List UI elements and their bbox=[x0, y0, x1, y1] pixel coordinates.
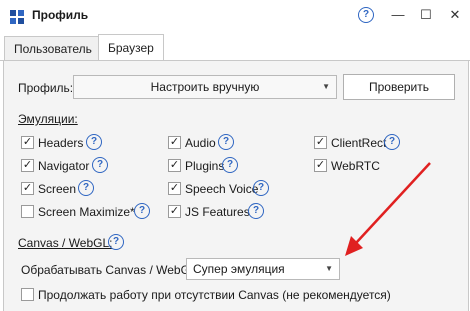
canvas-process-label: Обрабатывать Canvas / WebGL bbox=[21, 263, 197, 277]
audio-checkbox[interactable]: ✓ bbox=[168, 136, 181, 149]
headers-checkbox[interactable]: ✓ bbox=[21, 136, 34, 149]
clientrect-checkbox[interactable]: ✓ bbox=[314, 136, 327, 149]
speech-voice-help-icon[interactable]: ? bbox=[253, 180, 269, 196]
maximize-button[interactable]: ☐ bbox=[415, 4, 437, 26]
js-features-checkbox[interactable]: ✓ bbox=[168, 205, 181, 218]
navigator-label: Navigator bbox=[38, 159, 90, 173]
plugins-label: Plugins bbox=[185, 159, 225, 173]
plugins-checkbox[interactable]: ✓ bbox=[168, 159, 181, 172]
check-button[interactable]: Проверить bbox=[343, 74, 455, 100]
navigator-checkbox[interactable]: ✓ bbox=[21, 159, 34, 172]
canvas-help-icon[interactable]: ? bbox=[108, 234, 124, 250]
screen-maximize-help-icon[interactable]: ? bbox=[134, 203, 150, 219]
js-features-label: JS Features bbox=[185, 205, 250, 219]
speech-voice-label: Speech Voice bbox=[185, 182, 259, 196]
canvas-mode-select[interactable]: Супер эмуляция ▼ bbox=[186, 258, 340, 280]
plugins-help-icon[interactable]: ? bbox=[222, 157, 238, 173]
webrtc-label: WebRTC bbox=[331, 159, 380, 173]
chevron-down-icon: ▼ bbox=[325, 264, 333, 273]
speech-voice-checkbox[interactable]: ✓ bbox=[168, 182, 181, 195]
screen-maximize-checkbox[interactable] bbox=[21, 205, 34, 218]
screen-checkbox[interactable]: ✓ bbox=[21, 182, 34, 195]
headers-help-icon[interactable]: ? bbox=[86, 134, 102, 150]
help-icon[interactable]: ? bbox=[358, 7, 374, 23]
continue-without-canvas-label: Продолжать работу при отсутствии Canvas … bbox=[38, 288, 391, 302]
audio-help-icon[interactable]: ? bbox=[218, 134, 234, 150]
webrtc-checkbox[interactable]: ✓ bbox=[314, 159, 327, 172]
navigator-help-icon[interactable]: ? bbox=[92, 157, 108, 173]
clientrect-label: ClientRect bbox=[331, 136, 387, 150]
audio-label: Audio bbox=[185, 136, 216, 150]
clientrect-help-icon[interactable]: ? bbox=[384, 134, 400, 150]
screen-label: Screen bbox=[38, 182, 77, 196]
js-features-help-icon[interactable]: ? bbox=[248, 203, 264, 219]
profile-select[interactable]: Настроить вручную ▼ bbox=[73, 75, 337, 99]
minimize-button[interactable]: — bbox=[387, 4, 409, 26]
close-button[interactable]: ✕ bbox=[444, 4, 466, 26]
tab-browser[interactable]: Браузер bbox=[98, 34, 164, 61]
profile-select-value: Настроить вручную bbox=[150, 80, 260, 94]
profile-app-icon bbox=[10, 10, 24, 24]
headers-label: Headers bbox=[38, 136, 84, 150]
screen-maximize-label: Screen Maximize* bbox=[38, 205, 135, 219]
tab-user[interactable]: Пользователь bbox=[4, 36, 102, 61]
screen-help-icon[interactable]: ? bbox=[78, 180, 94, 196]
continue-without-canvas-checkbox[interactable] bbox=[21, 288, 34, 301]
profile-label: Профиль: bbox=[18, 81, 74, 95]
chevron-down-icon: ▼ bbox=[322, 82, 330, 91]
emulations-header: Эмуляции: bbox=[18, 112, 78, 126]
canvas-mode-value: Супер эмуляция bbox=[193, 262, 285, 276]
canvas-header: Canvas / WebGL: bbox=[18, 236, 113, 250]
window-title: Профиль bbox=[32, 8, 89, 22]
